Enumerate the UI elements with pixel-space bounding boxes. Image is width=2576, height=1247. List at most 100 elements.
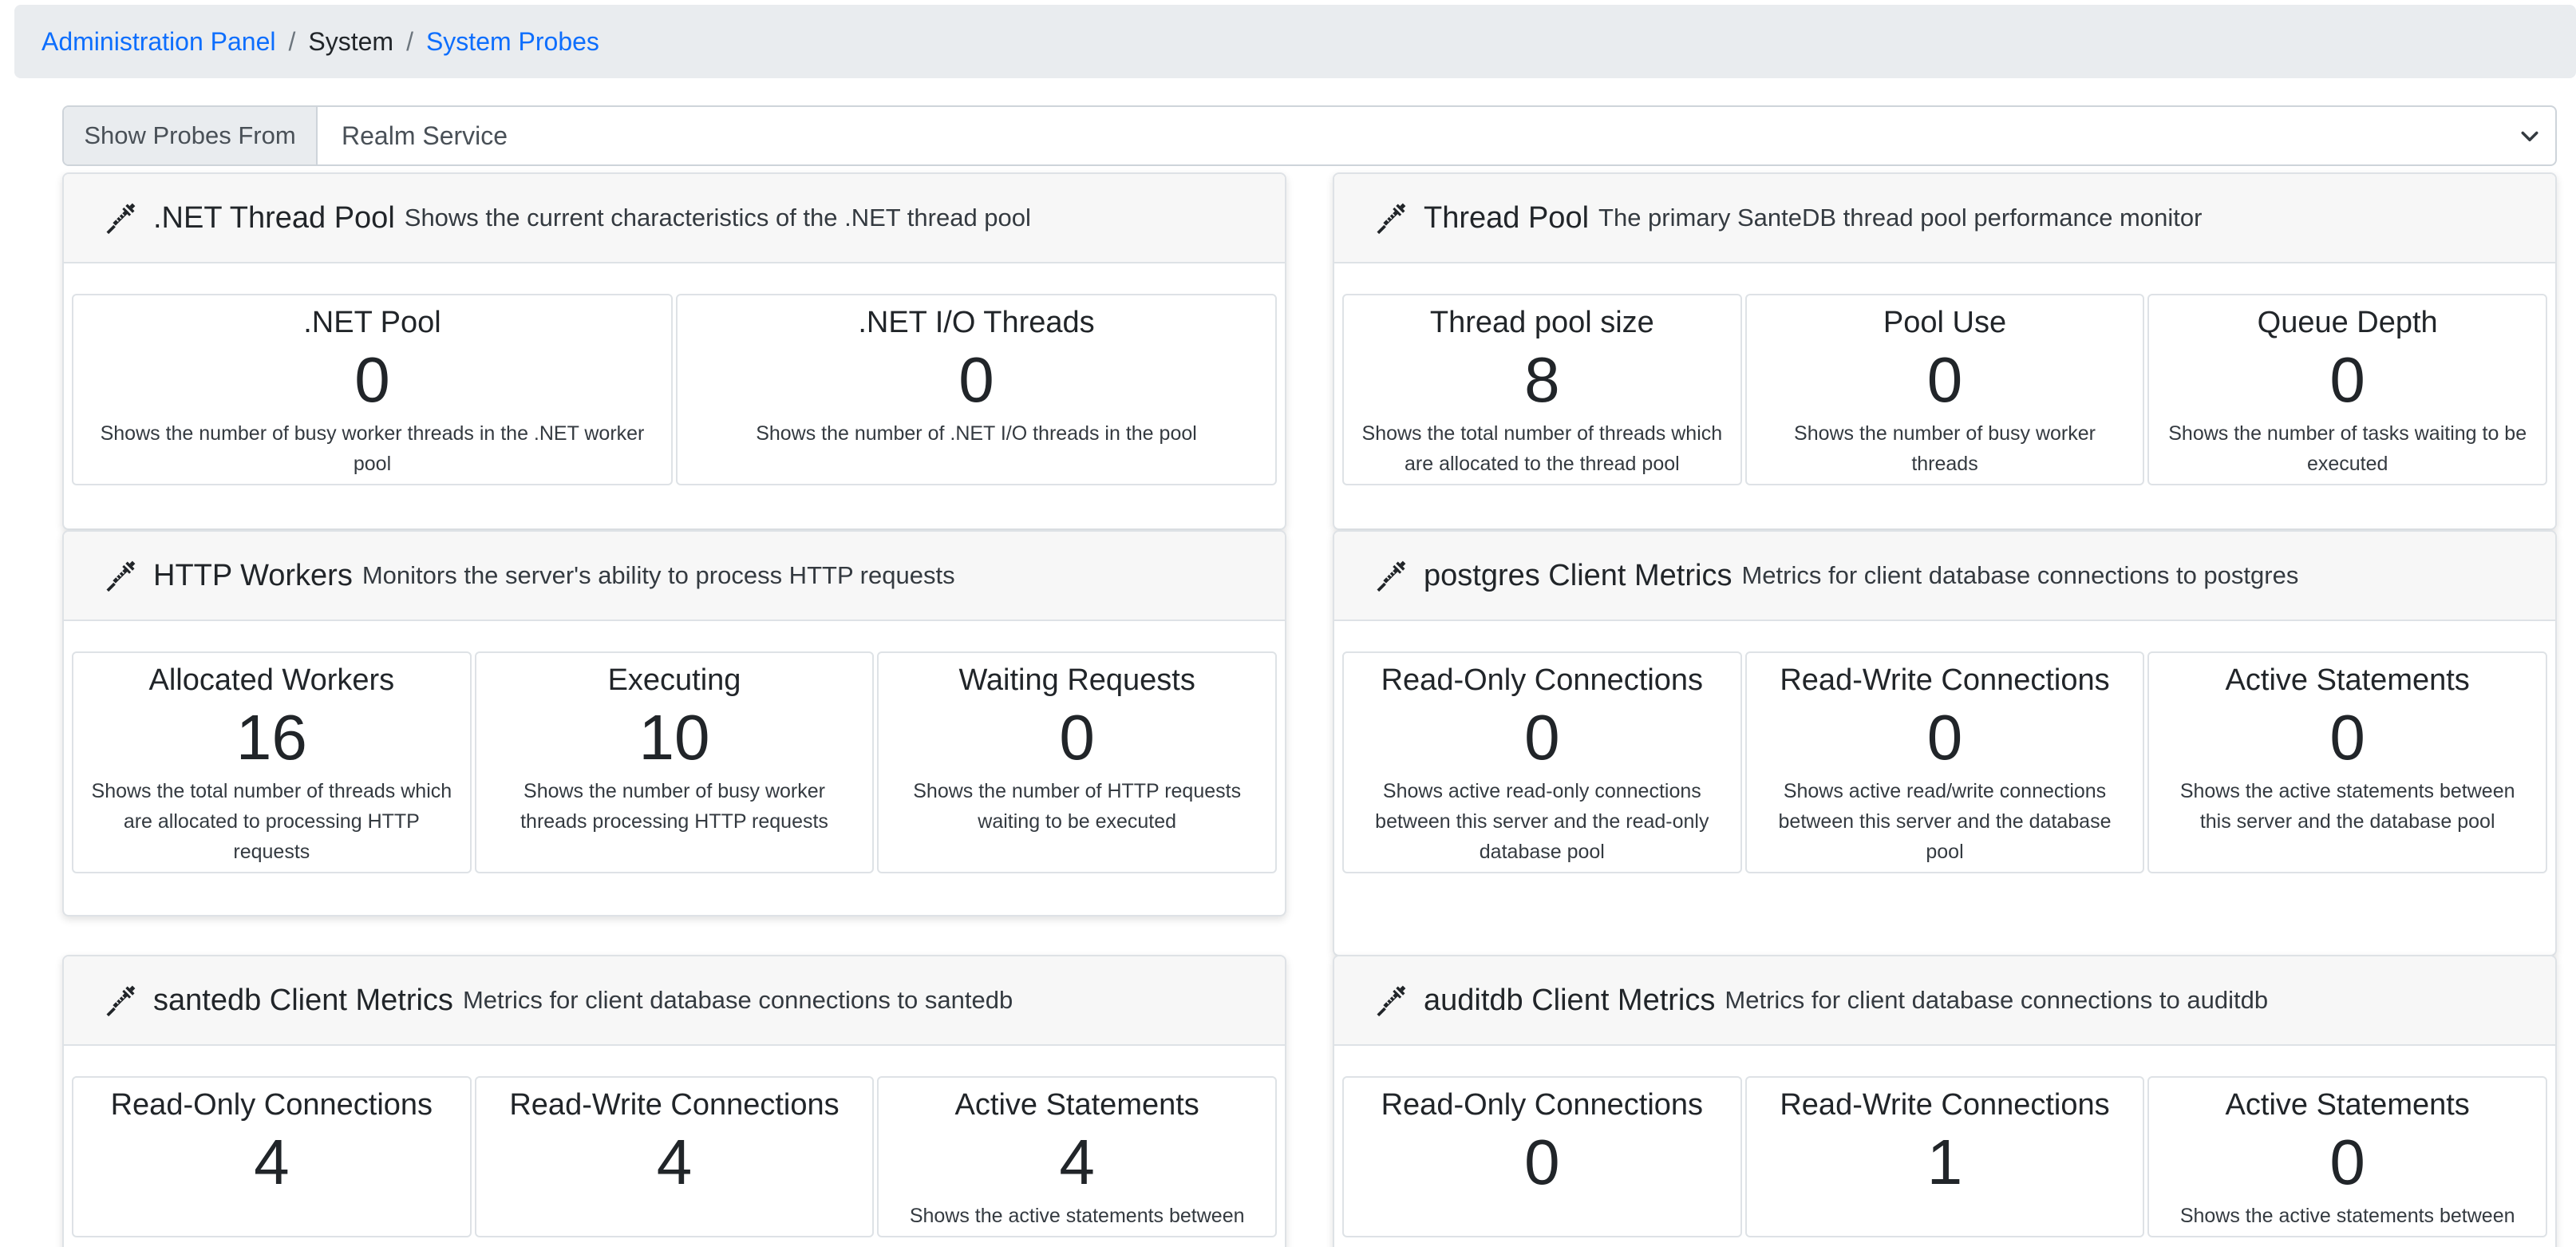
metric-box: Thread pool size 8 Shows the total number … — [1342, 294, 1742, 485]
http-workers-card: HTTP Workers Monitors the server's abili… — [62, 530, 1286, 916]
auditdb-client-metrics-card: auditdb Client Metrics Metrics for clien… — [1333, 955, 2557, 1247]
metric-desc: Shows the number of busy worker threads — [1794, 422, 2096, 475]
card-title: Thread Pool — [1424, 200, 1590, 235]
santedb-client-metrics-card: santedb Client Metrics Metrics for clien… — [62, 955, 1286, 1247]
metric-box: Read-Only Connections 0 — [1342, 1076, 1742, 1237]
metric-value: 0 — [1926, 344, 1963, 415]
metric-title: Pool Use — [1883, 306, 2007, 339]
metric-box: .NET I/O Threads 0 Shows the number of .NE… — [676, 294, 1277, 485]
breadcrumb-separator: / — [288, 26, 296, 56]
card-description: Metrics for client database connections … — [1741, 561, 2299, 589]
syringe-icon — [106, 985, 136, 1017]
metric-title: Queue Depth — [2257, 306, 2438, 339]
metric-title: Active Statements — [2225, 1088, 2470, 1122]
probe-source-label: Show Probes From — [64, 107, 318, 164]
metric-title: Thread pool size — [1429, 306, 1654, 339]
card-header: Thread Pool The primary SanteDB thread p… — [1334, 174, 2555, 263]
metric-desc: Shows the number of busy worker threads … — [100, 422, 645, 475]
metric-title: Read-Only Connections — [110, 1088, 433, 1122]
metric-title: Executing — [607, 663, 741, 697]
breadcrumb-system-probes-link[interactable]: System Probes — [426, 27, 599, 57]
metric-box: Active Statements 0 Shows the active state… — [2147, 1076, 2548, 1237]
breadcrumb: Administration Panel / System / System P… — [14, 5, 2576, 78]
card-title: HTTP Workers — [153, 558, 353, 592]
metric-desc: Shows the active statements between — [2179, 1205, 2515, 1227]
metric-desc: Shows the number of busy worker threads … — [520, 780, 828, 833]
metric-value: 0 — [354, 344, 390, 415]
metric-desc: Shows the number of .NET I/O threads in … — [756, 422, 1197, 445]
metric-title: Read-Write Connections — [1780, 1088, 2110, 1122]
breadcrumb-separator: / — [406, 26, 413, 56]
metric-desc: Shows active read-only connections betwe… — [1375, 780, 1709, 863]
metric-box: Active Statements 4 Shows the active state… — [877, 1076, 1278, 1237]
metric-value: 10 — [638, 702, 710, 773]
metric-title: .NET I/O Threads — [858, 306, 1095, 339]
card-body: Read-Only Connections 4 Read-Write Connect… — [64, 1046, 1285, 1247]
metric-box: Waiting Requests 0 Shows the number of HTT… — [877, 651, 1278, 873]
metric-title: Read-Write Connections — [509, 1088, 840, 1122]
metric-desc: Shows the active statements between — [909, 1205, 1245, 1227]
card-description: Metrics for client database connections … — [462, 986, 1013, 1014]
metric-box: Read-Write Connections 1 — [1744, 1076, 2145, 1237]
metric-value: 8 — [1524, 344, 1560, 415]
metric-desc: Shows the total number of threads which … — [1361, 422, 1723, 475]
probe-source-select[interactable]: Realm Service — [318, 107, 2555, 164]
card-header: auditdb Client Metrics Metrics for clien… — [1334, 956, 2555, 1046]
card-title: postgres Client Metrics — [1424, 558, 1732, 592]
chevron-down-icon — [2521, 131, 2538, 141]
card-header: .NET Thread Pool Shows the current chara… — [64, 174, 1285, 263]
metric-title: Waiting Requests — [958, 663, 1195, 697]
postgres-client-metrics-card: postgres Client Metrics Metrics for clie… — [1333, 530, 2557, 956]
metric-box: Read-Write Connections 4 — [474, 1076, 875, 1237]
card-header: postgres Client Metrics Metrics for clie… — [1334, 532, 2555, 621]
metric-value: 0 — [2329, 702, 2365, 773]
probe-source-selected-value: Realm Service — [342, 121, 508, 150]
card-title: auditdb Client Metrics — [1424, 983, 1716, 1017]
card-title: .NET Thread Pool — [153, 200, 395, 235]
metric-box: Pool Use 0 Shows the number of busy worker… — [1744, 294, 2145, 485]
metric-title: Allocated Workers — [148, 663, 395, 697]
metric-box: Read-Only Connections 0 Shows active read-… — [1342, 651, 1742, 873]
metric-title: Read-Only Connections — [1381, 663, 1704, 697]
breadcrumb-admin-panel-link[interactable]: Administration Panel — [41, 27, 275, 57]
metric-box: Read-Only Connections 4 — [72, 1076, 472, 1237]
card-header: santedb Client Metrics Metrics for clien… — [64, 956, 1285, 1046]
syringe-icon — [106, 560, 136, 592]
metric-desc: Shows the active statements between this… — [2179, 780, 2515, 833]
card-body: Thread pool size 8 Shows the total number … — [1334, 263, 2555, 517]
metric-title: Active Statements — [954, 1088, 1199, 1122]
metric-box: Active Statements 0 Shows the active state… — [2147, 651, 2548, 873]
metric-box: Executing 10 Shows the number of busy work… — [474, 651, 875, 873]
metric-value: 0 — [1926, 702, 1963, 773]
syringe-icon — [106, 203, 136, 235]
syringe-icon — [1377, 985, 1406, 1017]
card-description: Metrics for client database connections … — [1725, 986, 2269, 1014]
metric-title: .NET Pool — [303, 306, 441, 339]
syringe-icon — [1377, 560, 1406, 592]
card-description: Shows the current characteristics of the… — [404, 204, 1031, 232]
metric-value: 0 — [2329, 1126, 2365, 1198]
breadcrumb-system: System — [308, 26, 394, 56]
card-description: Monitors the server's ability to process… — [362, 561, 955, 589]
metric-value: 0 — [958, 344, 994, 415]
metric-value: 4 — [1059, 1126, 1095, 1198]
metric-desc: Shows the total number of threads which … — [91, 780, 452, 863]
metric-box: Queue Depth 0 Shows the number of tasks wa… — [2147, 294, 2548, 485]
metric-value: 0 — [2329, 344, 2365, 415]
metric-value: 4 — [254, 1126, 290, 1198]
metric-value: 0 — [1524, 1126, 1560, 1198]
metric-value: 16 — [235, 702, 307, 773]
card-body: .NET Pool 0 Shows the number of busy worke… — [64, 263, 1285, 517]
card-description: The primary SanteDB thread pool performa… — [1598, 204, 2203, 232]
metric-value: 0 — [1524, 702, 1560, 773]
metric-box: .NET Pool 0 Shows the number of busy worke… — [72, 294, 673, 485]
metric-box: Read-Write Connections 0 Shows active read… — [1744, 651, 2145, 873]
metric-desc: Shows the number of tasks waiting to be … — [2168, 422, 2527, 475]
metric-value: 1 — [1926, 1126, 1963, 1198]
metric-title: Read-Write Connections — [1780, 663, 2110, 697]
metric-desc: Shows the number of HTTP requests waitin… — [913, 780, 1242, 833]
card-body: Allocated Workers 16 Shows the total numbe… — [64, 621, 1285, 905]
net-thread-pool-card: .NET Thread Pool Shows the current chara… — [62, 172, 1286, 530]
card-title: santedb Client Metrics — [153, 983, 453, 1017]
card-body: Read-Only Connections 0 Read-Write Connect… — [1334, 1046, 2555, 1247]
